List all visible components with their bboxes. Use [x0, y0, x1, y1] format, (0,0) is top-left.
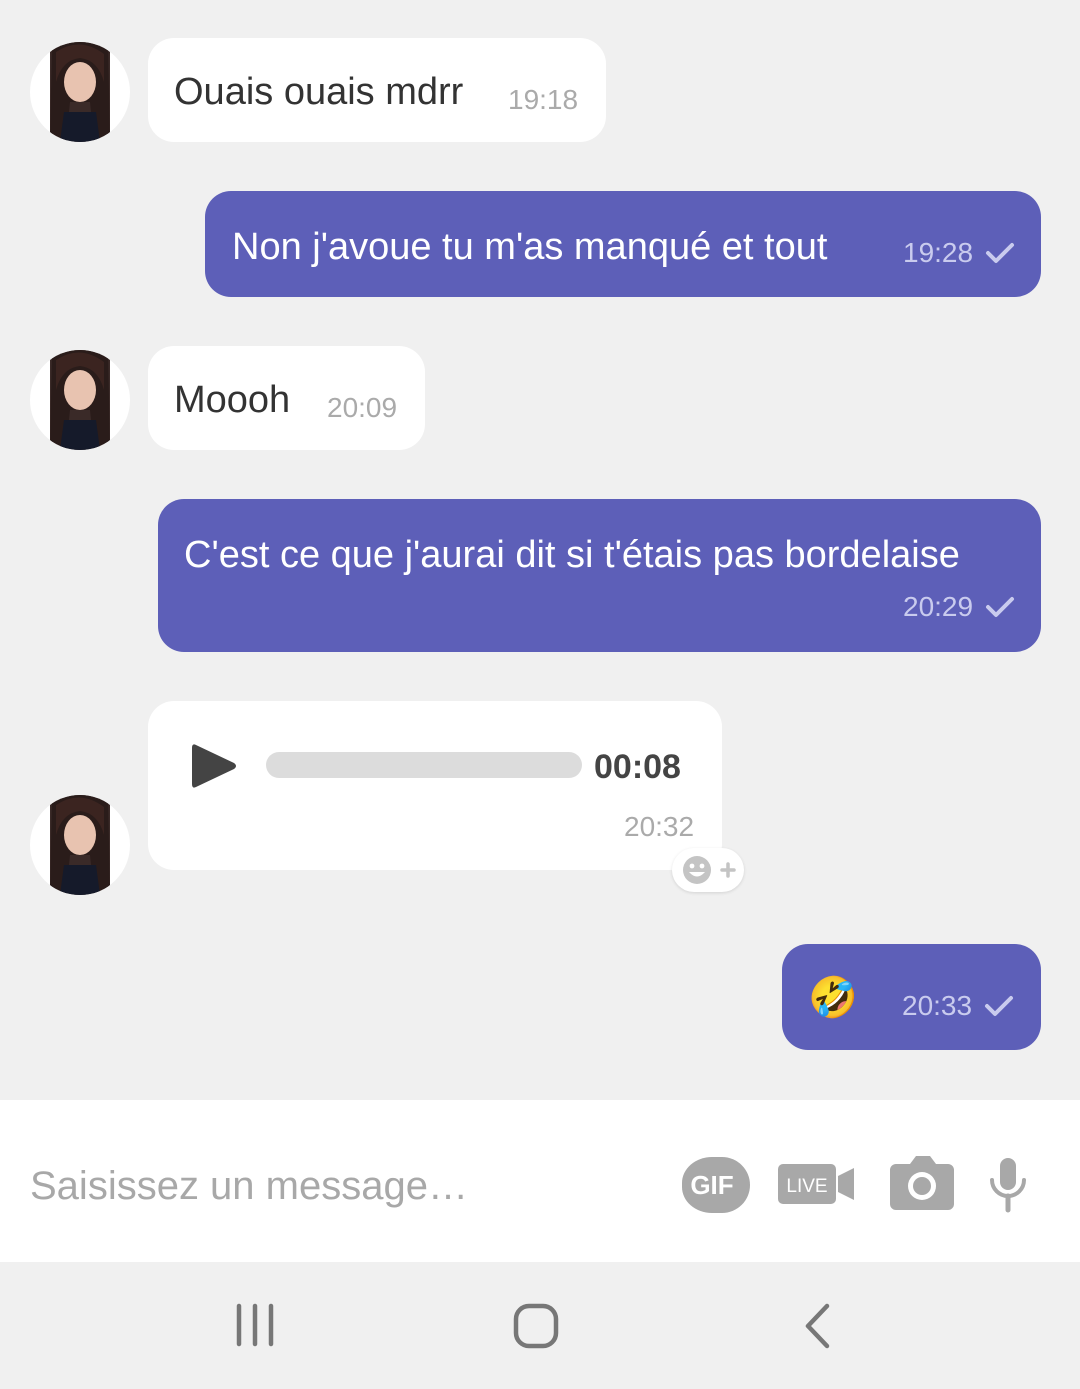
- message-time: 19:28: [903, 237, 974, 268]
- camera-icon[interactable]: [888, 1152, 956, 1212]
- home-icon[interactable]: [512, 1302, 560, 1350]
- message-time: 20:32: [624, 811, 695, 842]
- contact-avatar[interactable]: [30, 42, 130, 142]
- message-time: 20:09: [327, 392, 398, 423]
- play-icon[interactable]: [190, 741, 238, 791]
- message-time: 19:18: [508, 84, 579, 115]
- message-bubble[interactable]: C'est ce que j'aurai dit si t'étais pas …: [158, 499, 1041, 652]
- voice-duration: 00:08: [594, 748, 681, 786]
- conversation: Ouais ouais mdrr 19:18 Non j'avoue tu m'…: [0, 0, 1080, 1100]
- message-text: Non j'avoue tu m'as manqué et tout: [232, 226, 828, 268]
- system-navigation-bar: [0, 1262, 1080, 1389]
- message-bubble[interactable]: Ouais ouais mdrr 19:18: [148, 38, 606, 142]
- message-emoji: 🤣: [808, 976, 858, 1020]
- message-bubble[interactable]: Moooh 20:09: [148, 346, 425, 450]
- live-video-button[interactable]: LIVE: [776, 1162, 858, 1206]
- contact-avatar[interactable]: [30, 350, 130, 450]
- message-text: C'est ce que j'aurai dit si t'étais pas …: [184, 534, 960, 576]
- sent-check-icon: [986, 597, 1014, 617]
- message-time: 20:29: [903, 591, 974, 622]
- sent-check-icon: [985, 996, 1013, 1016]
- message-time: 20:33: [902, 990, 973, 1021]
- microphone-icon[interactable]: [988, 1156, 1028, 1214]
- gif-label: GIF: [690, 1170, 733, 1200]
- voice-progress-track[interactable]: [266, 752, 582, 778]
- back-icon[interactable]: [800, 1302, 836, 1350]
- message-text: Ouais ouais mdrr: [174, 71, 464, 113]
- contact-avatar[interactable]: [30, 795, 130, 895]
- message-text: Moooh: [174, 379, 291, 421]
- gif-button[interactable]: GIF: [670, 1152, 752, 1214]
- message-bubble[interactable]: 🤣 20:33: [782, 944, 1041, 1050]
- voice-message-bubble[interactable]: 00:08 20:32: [148, 701, 722, 870]
- message-input[interactable]: [30, 1158, 630, 1214]
- add-reaction-button[interactable]: [672, 848, 744, 892]
- recent-apps-icon[interactable]: [232, 1302, 280, 1348]
- message-composer: GIF LIVE: [0, 1100, 1080, 1262]
- message-bubble[interactable]: Non j'avoue tu m'as manqué et tout 19:28: [205, 191, 1041, 297]
- add-reaction-icon: [683, 856, 736, 884]
- sent-check-icon: [986, 243, 1014, 263]
- live-label: LIVE: [786, 1176, 827, 1197]
